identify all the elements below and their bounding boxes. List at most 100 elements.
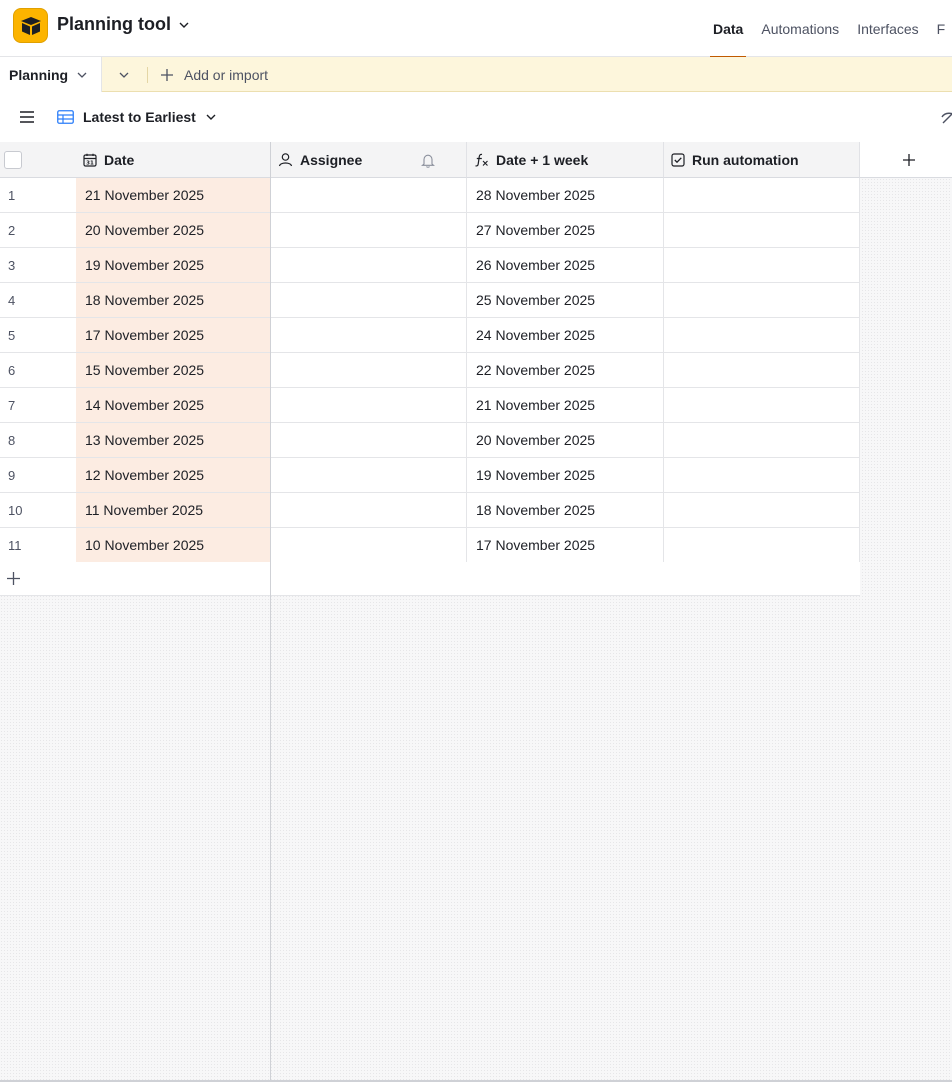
select-all-header xyxy=(0,142,76,178)
assignee-cell[interactable] xyxy=(271,283,467,318)
run-automation-cell[interactable] xyxy=(664,213,860,248)
date-plus-week-cell[interactable]: 26 November 2025 xyxy=(467,248,664,283)
base-logo-icon[interactable] xyxy=(13,8,48,43)
row-number: 2 xyxy=(0,213,76,248)
date-cell[interactable]: 13 November 2025 xyxy=(76,423,271,458)
chevron-down-icon xyxy=(119,72,129,78)
divider xyxy=(147,67,148,83)
run-automation-cell[interactable] xyxy=(664,458,860,493)
assignee-cell[interactable] xyxy=(271,353,467,388)
view-switcher[interactable]: Latest to Earliest xyxy=(57,105,217,129)
table-row[interactable]: 7 14 November 2025 21 November 2025 xyxy=(0,388,860,423)
date-plus-week-cell[interactable]: 20 November 2025 xyxy=(467,423,664,458)
assignee-cell[interactable] xyxy=(271,213,467,248)
date-plus-week-cell[interactable]: 19 November 2025 xyxy=(467,458,664,493)
assignee-cell[interactable] xyxy=(271,388,467,423)
table-row[interactable]: 1 21 November 2025 28 November 2025 xyxy=(0,178,860,213)
date-cell[interactable]: 12 November 2025 xyxy=(76,458,271,493)
row-number: 5 xyxy=(0,318,76,353)
row-number: 1 xyxy=(0,178,76,213)
run-automation-cell[interactable] xyxy=(664,423,860,458)
assignee-cell[interactable] xyxy=(271,458,467,493)
run-automation-cell[interactable] xyxy=(664,318,860,353)
top-nav: Data Automations Interfaces F xyxy=(704,0,952,58)
column-header-assignee[interactable]: Assignee xyxy=(271,142,467,178)
add-or-import-label: Add or import xyxy=(184,66,269,83)
frozen-column-divider xyxy=(270,142,271,1082)
column-header-date-plus-week[interactable]: Date + 1 week xyxy=(467,142,664,178)
row-number: 8 xyxy=(0,423,76,458)
date-plus-week-cell[interactable]: 17 November 2025 xyxy=(467,528,664,563)
column-header-date[interactable]: 31 Date xyxy=(76,142,271,178)
table-row[interactable]: 4 18 November 2025 25 November 2025 xyxy=(0,283,860,318)
user-icon xyxy=(278,153,293,167)
base-title: Planning tool xyxy=(57,14,171,34)
run-automation-cell[interactable] xyxy=(664,248,860,283)
date-cell[interactable]: 18 November 2025 xyxy=(76,283,271,318)
date-plus-week-cell[interactable]: 27 November 2025 xyxy=(467,213,664,248)
assignee-cell[interactable] xyxy=(271,528,467,563)
chevron-down-icon xyxy=(206,114,216,120)
row-number: 10 xyxy=(0,493,76,528)
table-row[interactable]: 11 10 November 2025 17 November 2025 xyxy=(0,528,860,563)
view-bar: Latest to Earliest xyxy=(0,92,952,142)
plus-icon xyxy=(903,153,915,166)
assignee-cell[interactable] xyxy=(271,423,467,458)
date-cell[interactable]: 10 November 2025 xyxy=(76,528,271,563)
date-cell[interactable]: 21 November 2025 xyxy=(76,178,271,213)
date-plus-week-cell[interactable]: 25 November 2025 xyxy=(467,283,664,318)
table-row[interactable]: 6 15 November 2025 22 November 2025 xyxy=(0,353,860,388)
run-automation-cell[interactable] xyxy=(664,178,860,213)
chevron-down-icon xyxy=(179,22,189,28)
run-automation-cell[interactable] xyxy=(664,493,860,528)
add-record-button[interactable] xyxy=(0,562,860,596)
assignee-cell[interactable] xyxy=(271,318,467,353)
date-cell[interactable]: 19 November 2025 xyxy=(76,248,271,283)
assignee-cell[interactable] xyxy=(271,493,467,528)
menu-icon[interactable] xyxy=(18,108,36,126)
assignee-cell[interactable] xyxy=(271,248,467,283)
row-number: 7 xyxy=(0,388,76,423)
date-plus-week-cell[interactable]: 21 November 2025 xyxy=(467,388,664,423)
column-label: Run automation xyxy=(692,151,799,168)
select-all-checkbox[interactable] xyxy=(4,151,22,169)
date-plus-week-cell[interactable]: 24 November 2025 xyxy=(467,318,664,353)
date-plus-week-cell[interactable]: 22 November 2025 xyxy=(467,353,664,388)
table-row[interactable]: 3 19 November 2025 26 November 2025 xyxy=(0,248,860,283)
table-row[interactable]: 8 13 November 2025 20 November 2025 xyxy=(0,423,860,458)
date-cell[interactable]: 20 November 2025 xyxy=(76,213,271,248)
base-name-menu[interactable]: Planning tool xyxy=(57,14,191,35)
nav-interfaces[interactable]: Interfaces xyxy=(848,0,927,57)
run-automation-cell[interactable] xyxy=(664,283,860,318)
date-cell[interactable]: 14 November 2025 xyxy=(76,388,271,423)
table-tab-planning[interactable]: Planning xyxy=(0,57,102,93)
date-cell[interactable]: 11 November 2025 xyxy=(76,493,271,528)
more-tables-button[interactable] xyxy=(106,57,142,92)
plus-icon xyxy=(7,572,20,585)
nav-automations[interactable]: Automations xyxy=(752,0,848,57)
table-row[interactable]: 9 12 November 2025 19 November 2025 xyxy=(0,458,860,493)
run-automation-cell[interactable] xyxy=(664,353,860,388)
date-cell[interactable]: 15 November 2025 xyxy=(76,353,271,388)
date-plus-week-cell[interactable]: 18 November 2025 xyxy=(467,493,664,528)
svg-text:31: 31 xyxy=(86,160,94,166)
table-row[interactable]: 2 20 November 2025 27 November 2025 xyxy=(0,213,860,248)
table-row[interactable]: 10 11 November 2025 18 November 2025 xyxy=(0,493,860,528)
bell-icon[interactable] xyxy=(421,153,435,168)
row-number: 6 xyxy=(0,353,76,388)
column-label: Date xyxy=(104,151,135,168)
date-plus-week-cell[interactable]: 28 November 2025 xyxy=(467,178,664,213)
hide-fields-icon[interactable] xyxy=(940,108,952,126)
run-automation-cell[interactable] xyxy=(664,388,860,423)
add-or-import-button[interactable]: Add or import xyxy=(160,57,268,92)
calendar-icon: 31 xyxy=(83,153,97,166)
date-cell[interactable]: 17 November 2025 xyxy=(76,318,271,353)
run-automation-cell[interactable] xyxy=(664,528,860,563)
table-row[interactable]: 5 17 November 2025 24 November 2025 xyxy=(0,318,860,353)
column-header-run-automation[interactable]: Run automation xyxy=(664,142,860,178)
nav-data[interactable]: Data xyxy=(704,0,752,58)
formula-icon xyxy=(475,153,488,167)
add-field-button[interactable] xyxy=(860,142,952,178)
nav-forms[interactable]: F xyxy=(928,0,952,57)
assignee-cell[interactable] xyxy=(271,178,467,213)
